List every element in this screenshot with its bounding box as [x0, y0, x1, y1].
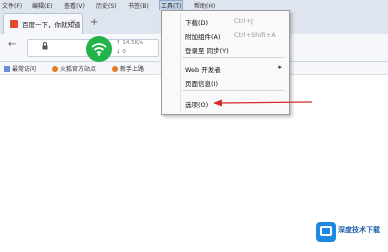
site-watermark: 深度技术下载	[316, 220, 384, 246]
annotation-arrow-icon	[213, 99, 313, 107]
watermark-text: 深度技术下载	[338, 226, 380, 234]
watermark-logo-icon	[316, 222, 336, 242]
